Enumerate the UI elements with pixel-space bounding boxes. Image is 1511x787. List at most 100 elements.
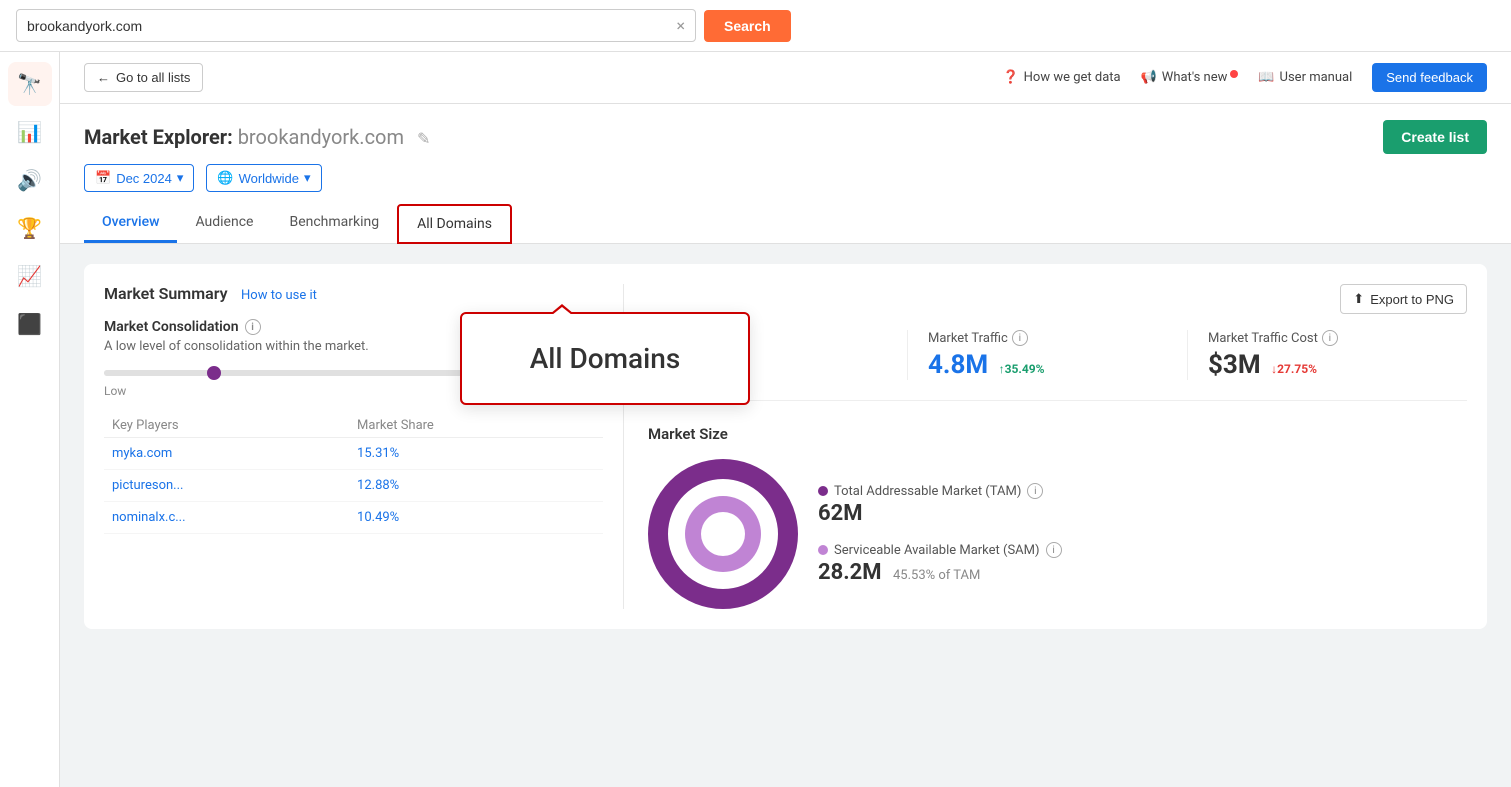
telescope-icon: 🔭 (17, 72, 42, 96)
market-summary-title: Market Summary (104, 284, 228, 303)
key-players-table: Key Players Market Share myka.com 15.31%… (104, 414, 603, 534)
trophy-icon: 🏆 (17, 216, 42, 240)
traffic-info-icon[interactable]: i (1012, 330, 1028, 346)
sidebar-item-audio[interactable]: 🔊 (8, 158, 52, 202)
edit-icon[interactable]: ✎ (417, 129, 430, 148)
market-size-title: Market Size (648, 425, 1467, 443)
donut-chart (648, 459, 798, 609)
sidebar-item-trending[interactable]: 📈 (8, 254, 52, 298)
sam-legend-item: Serviceable Available Market (SAM) i 28.… (818, 542, 1062, 585)
search-button[interactable]: Search (704, 10, 791, 42)
search-input-wrap: × (16, 9, 696, 42)
share-2: 12.88% (349, 470, 603, 502)
sidebar: 🔭 📊 🔊 🏆 📈 ⬛ (0, 52, 60, 787)
chevron-down-icon: ▾ (177, 170, 184, 186)
whats-new-link[interactable]: 📢 What's new (1141, 70, 1239, 85)
all-domains-popup-label: All Domains (530, 342, 681, 375)
metric-traffic: Market Traffic i 4.8M ↑35.49% (928, 330, 1188, 380)
market-size-content: Total Addressable Market (TAM) i 62M Ser… (648, 459, 1467, 609)
search-bar: × Search (0, 0, 1511, 52)
audio-icon: 🔊 (17, 168, 42, 192)
send-feedback-button[interactable]: Send feedback (1372, 63, 1487, 92)
how-to-use-link[interactable]: How to use it (241, 288, 317, 303)
slider-thumb (207, 366, 221, 380)
market-size-legend: Total Addressable Market (TAM) i 62M Ser… (818, 483, 1062, 585)
trending-icon: 📈 (17, 264, 42, 288)
page-header: Market Explorer: brookandyork.com ✎ Crea… (60, 104, 1511, 244)
chevron-down-icon-geo: ▾ (304, 170, 311, 186)
col-players-header: Key Players (104, 414, 349, 438)
consolidation-info-icon[interactable]: i (245, 319, 261, 335)
metric-value-cost: $3M ↓27.75% (1208, 350, 1447, 380)
export-icon: ⬆ (1353, 291, 1364, 307)
tab-benchmarking[interactable]: Benchmarking (271, 204, 397, 243)
square-icon: ⬛ (17, 312, 42, 336)
new-badge (1230, 70, 1238, 78)
sam-info-icon[interactable]: i (1046, 542, 1062, 558)
metric-label-traffic: Market Traffic i (928, 330, 1167, 346)
col-share-header: Market Share (349, 414, 603, 438)
nav-right: ❓ How we get data 📢 What's new 📖 User ma… (1002, 63, 1487, 92)
clear-icon[interactable]: × (676, 16, 685, 35)
tabs-row: Overview Audience Benchmarking All Domai… (84, 204, 1487, 243)
metric-value-traffic: 4.8M ↑35.49% (928, 350, 1167, 380)
metric-traffic-cost: Market Traffic Cost i $3M ↓27.75% (1208, 330, 1467, 380)
sidebar-item-square[interactable]: ⬛ (8, 302, 52, 346)
content-area: Market Summary How to use it Market Cons… (60, 244, 1511, 649)
how-we-get-data-link[interactable]: ❓ How we get data (1002, 70, 1120, 85)
user-manual-link[interactable]: 📖 User manual (1258, 70, 1352, 85)
question-icon: ❓ (1002, 70, 1018, 85)
sidebar-item-analytics[interactable]: 📊 (8, 110, 52, 154)
tab-audience[interactable]: Audience (177, 204, 271, 243)
back-button[interactable]: ← Go to all lists (84, 63, 203, 92)
search-input[interactable] (27, 18, 676, 34)
nav-left: ← Go to all lists (84, 63, 203, 92)
cost-info-icon[interactable]: i (1322, 330, 1338, 346)
tab-all-domains[interactable]: All Domains (397, 204, 512, 244)
player-2[interactable]: pictureson... (104, 470, 349, 502)
sidebar-item-telescope[interactable]: 🔭 (8, 62, 52, 106)
sam-dot (818, 545, 828, 555)
metrics-row: All Domains i 75/75 Market Traffic i (648, 330, 1467, 401)
player-3[interactable]: nominalx.c... (104, 502, 349, 534)
back-arrow-icon: ← (97, 70, 110, 85)
geo-filter-button[interactable]: 🌐 Worldwide ▾ (206, 164, 321, 192)
popup-connector-inner (552, 307, 572, 315)
tam-info-icon[interactable]: i (1027, 483, 1043, 499)
app-layout: 🔭 📊 🔊 🏆 📈 ⬛ ← Go to all lists (0, 52, 1511, 787)
page-title: Market Explorer: brookandyork.com ✎ (84, 125, 430, 149)
card-title-row: Market Summary How to use it (104, 284, 603, 303)
player-1[interactable]: myka.com (104, 438, 349, 470)
cost-trend: ↓27.75% (1271, 362, 1317, 376)
page-title-row: Market Explorer: brookandyork.com ✎ Crea… (84, 120, 1487, 154)
main-content: ← Go to all lists ❓ How we get data 📢 Wh… (60, 52, 1511, 787)
book-icon: 📖 (1258, 70, 1274, 85)
back-label: Go to all lists (116, 70, 190, 85)
tam-value: 62M (818, 501, 1062, 526)
megaphone-icon: 📢 (1141, 70, 1157, 85)
right-panel: ⬆ Export to PNG All Domains i 7 (624, 284, 1467, 609)
share-1: 15.31% (349, 438, 603, 470)
traffic-trend: ↑35.49% (999, 362, 1045, 376)
market-summary-card: Market Summary How to use it Market Cons… (84, 264, 1487, 629)
metric-label-cost: Market Traffic Cost i (1208, 330, 1447, 346)
calendar-icon: 📅 (95, 170, 111, 186)
market-size-section: Market Size (648, 425, 1467, 609)
filters-row: 📅 Dec 2024 ▾ 🌐 Worldwide ▾ (84, 164, 1487, 192)
table-row: pictureson... 12.88% (104, 470, 603, 502)
export-button[interactable]: ⬆ Export to PNG (1340, 284, 1467, 314)
sam-value: 28.2M 45.53% of TAM (818, 560, 1062, 585)
globe-icon: 🌐 (217, 170, 233, 186)
create-list-button[interactable]: Create list (1383, 120, 1487, 154)
date-filter-button[interactable]: 📅 Dec 2024 ▾ (84, 164, 194, 192)
table-row: nominalx.c... 10.49% (104, 502, 603, 534)
all-domains-popup: All Domains (460, 312, 750, 405)
table-row: myka.com 15.31% (104, 438, 603, 470)
nav-bar: ← Go to all lists ❓ How we get data 📢 Wh… (60, 52, 1511, 104)
sidebar-item-trophy[interactable]: 🏆 (8, 206, 52, 250)
tab-overview[interactable]: Overview (84, 204, 177, 243)
share-3: 10.49% (349, 502, 603, 534)
analytics-icon: 📊 (17, 120, 42, 144)
tam-dot (818, 486, 828, 496)
tam-legend-item: Total Addressable Market (TAM) i 62M (818, 483, 1062, 526)
